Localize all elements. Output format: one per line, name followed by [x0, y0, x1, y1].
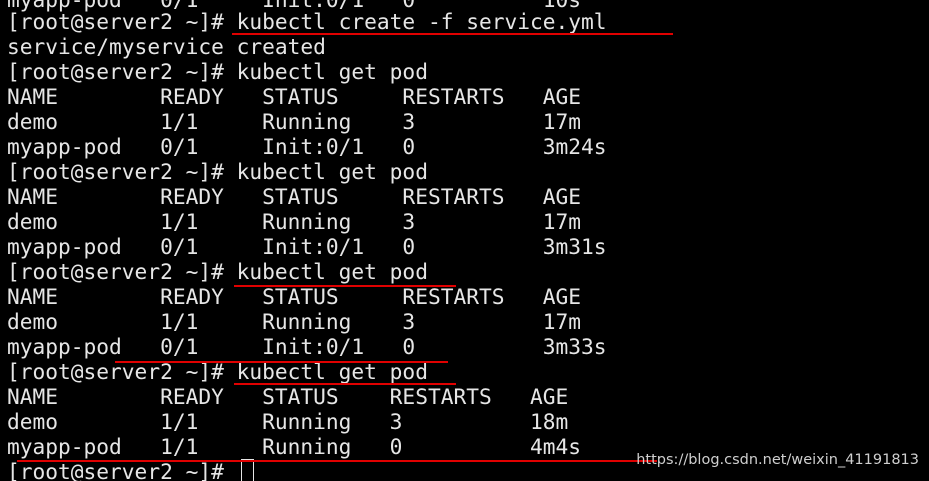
annotation-underline-myapp-3 — [115, 361, 448, 363]
terminal-line-get-pod-command-2: [root@server2 ~]# kubectl get pod — [7, 159, 428, 184]
annotation-underline-create-command — [232, 33, 673, 35]
terminal-line-myapp-1: myapp-pod 0/1 Init:0/1 0 3m24s — [7, 134, 607, 159]
terminal-window[interactable]: myapp-pod 0/1 Init:0/1 0 10s [root@serve… — [0, 0, 929, 481]
terminal-line-header-2: NAME READY STATUS RESTARTS AGE — [7, 184, 582, 209]
terminal-cursor — [241, 459, 254, 481]
terminal-line-get-pod-command-3: [root@server2 ~]# kubectl get pod — [7, 259, 428, 284]
annotation-underline-get-pod-3 — [234, 285, 456, 287]
terminal-line-header-3: NAME READY STATUS RESTARTS AGE — [7, 284, 582, 309]
terminal-line-create-command: [root@server2 ~]# kubectl create -f serv… — [7, 9, 607, 34]
terminal-line-demo-4: demo 1/1 Running 3 18m — [7, 409, 569, 434]
terminal-line-myapp-4: myapp-pod 1/1 Running 0 4m4s — [7, 434, 582, 459]
terminal-line-service-created: service/myservice created — [7, 34, 326, 59]
terminal-line-demo-1: demo 1/1 Running 3 17m — [7, 109, 582, 134]
terminal-line-prompt: [root@server2 ~]# — [7, 459, 237, 481]
watermark-text: https://blog.csdn.net/weixin_41191813 — [636, 452, 919, 468]
terminal-line-get-pod-command-1: [root@server2 ~]# kubectl get pod — [7, 59, 428, 84]
terminal-line-demo-3: demo 1/1 Running 3 17m — [7, 309, 582, 334]
terminal-line-header-4: NAME READY STATUS RESTARTS AGE — [7, 384, 569, 409]
terminal-line-demo-2: demo 1/1 Running 3 17m — [7, 209, 582, 234]
terminal-line-myapp-3: myapp-pod 0/1 Init:0/1 0 3m33s — [7, 334, 607, 359]
terminal-line-myapp-2: myapp-pod 0/1 Init:0/1 0 3m31s — [7, 234, 607, 259]
annotation-underline-get-pod-4 — [234, 383, 456, 385]
annotation-underline-myapp-running — [17, 460, 657, 462]
terminal-line-header-1: NAME READY STATUS RESTARTS AGE — [7, 84, 582, 109]
